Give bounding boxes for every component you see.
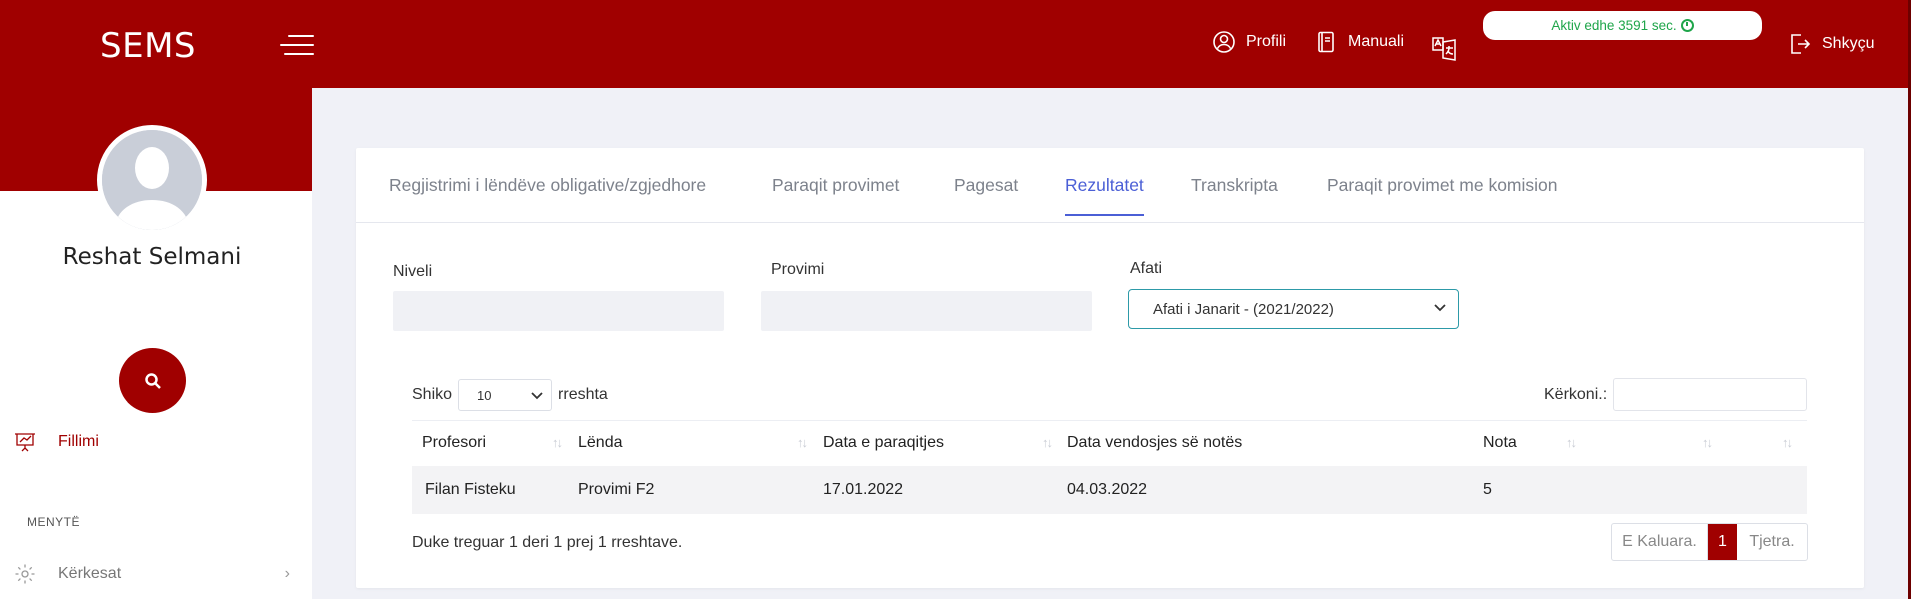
sort-icon[interactable]: ↑↓ xyxy=(1042,435,1053,450)
chevron-down-icon xyxy=(1434,304,1446,312)
cell-data-notes: 04.03.2022 xyxy=(1067,481,1148,498)
pagination-next-button[interactable]: Tjetra. xyxy=(1737,524,1807,560)
user-name: Reshat Selmani xyxy=(62,244,242,270)
sidebar: Reshat Selmani Fillimi MENYTË Kërkesat › xyxy=(0,88,312,599)
manual-link[interactable]: Manuali xyxy=(1314,30,1404,54)
show-suffix: rreshta xyxy=(558,386,608,403)
afati-selected-value: Afati i Janarit - (2021/2022) xyxy=(1153,300,1334,318)
pagination: E Kaluara. 1 Tjetra. xyxy=(1611,523,1808,561)
profile-badge-icon xyxy=(1213,31,1235,53)
top-header: SEMS Profili Manuali Aktiv edhe 3591 sec… xyxy=(0,0,1911,88)
cell-data-paraqitjes: 17.01.2022 xyxy=(823,481,904,498)
niveli-label: Niveli xyxy=(393,263,433,280)
user-silhouette-icon xyxy=(102,130,202,230)
tab-bar: Regjistrimi i lëndëve obligative/zgjedho… xyxy=(356,148,1864,223)
table-info: Duke treguar 1 deri 1 prej 1 rreshtave. xyxy=(412,534,683,551)
logout-icon xyxy=(1791,34,1811,54)
niveli-field[interactable] xyxy=(393,291,724,331)
sidebar-item-fillimi[interactable]: Fillimi xyxy=(14,431,99,453)
sidebar-section-title: MENYTË xyxy=(27,515,81,529)
sort-icon[interactable]: ↑↓ xyxy=(1782,435,1793,450)
sort-icon[interactable]: ↑↓ xyxy=(1702,435,1713,450)
sort-icon[interactable]: ↑↓ xyxy=(552,435,563,450)
afati-select[interactable]: Afati i Janarit - (2021/2022) xyxy=(1128,289,1459,329)
pagination-prev-button[interactable]: E Kaluara. xyxy=(1612,524,1708,560)
profile-link[interactable]: Profili xyxy=(1212,30,1286,54)
tab-paraqit-provimet[interactable]: Paraqit provimet xyxy=(772,175,899,214)
avatar xyxy=(97,125,207,235)
sidebar-item-kerkesat[interactable]: Kërkesat › xyxy=(14,563,290,585)
afati-label: Afati xyxy=(1130,260,1163,277)
provimi-field[interactable] xyxy=(761,291,1092,331)
session-timer-text: Aktiv edhe 3591 sec. xyxy=(1551,18,1677,33)
table-row[interactable]: Filan Fisteku Provimi F2 17.01.2022 04.0… xyxy=(412,466,1807,514)
logout-button[interactable]: Shkyçu xyxy=(1788,32,1874,56)
show-prefix: Shiko xyxy=(412,386,453,403)
pagination-page-1[interactable]: 1 xyxy=(1708,524,1737,560)
column-header-nota[interactable]: Nota xyxy=(1483,434,1517,452)
search-input[interactable] xyxy=(1613,378,1808,411)
clock-icon xyxy=(1680,19,1694,32)
session-timer: Aktiv edhe 3591 sec. xyxy=(1483,11,1762,40)
column-header-profesori[interactable]: Profesori xyxy=(422,434,486,452)
chevron-right-icon: › xyxy=(284,565,290,582)
page-length-control: Shiko 10 rreshta xyxy=(412,379,608,411)
chevron-down-icon xyxy=(531,392,543,400)
column-header-data-paraqitjes[interactable]: Data e paraqitjes xyxy=(823,434,944,452)
column-header-lenda[interactable]: Lënda xyxy=(578,434,623,452)
table-header-row: Profesori ↑↓ Lënda ↑↓ Data e paraqitjes … xyxy=(412,420,1807,466)
results-table: Profesori ↑↓ Lënda ↑↓ Data e paraqitjes … xyxy=(412,420,1807,514)
results-card: Regjistrimi i lëndëve obligative/zgjedho… xyxy=(356,148,1864,588)
sidebar-item-label: Kërkesat xyxy=(58,565,122,582)
cell-profesori: Filan Fisteku xyxy=(425,481,516,498)
column-header-data-notes[interactable]: Data vendosjes së notës xyxy=(1067,434,1242,452)
table-search: Kërkoni.: xyxy=(1544,378,1808,411)
search-label: Kërkoni.: xyxy=(1544,385,1608,403)
logout-label: Shkyçu xyxy=(1822,35,1875,52)
cell-lenda: Provimi F2 xyxy=(578,481,655,498)
menu-toggle-icon[interactable] xyxy=(278,33,314,57)
sort-icon[interactable]: ↑↓ xyxy=(1566,435,1577,450)
tab-regjistrimi[interactable]: Regjistrimi i lëndëve obligative/zgjedho… xyxy=(389,175,706,214)
search-button[interactable] xyxy=(119,348,186,413)
profile-label: Profili xyxy=(1246,33,1287,50)
tab-transkripta[interactable]: Transkripta xyxy=(1191,175,1278,214)
page-length-value: 10 xyxy=(477,387,492,403)
cell-nota: 5 xyxy=(1483,481,1492,498)
page-length-select[interactable]: 10 xyxy=(458,379,553,411)
manual-label: Manuali xyxy=(1348,33,1405,50)
gear-icon xyxy=(15,564,35,584)
tab-rezultatet[interactable]: Rezultatet xyxy=(1065,175,1144,216)
sidebar-item-label: Fillimi xyxy=(58,433,99,450)
language-translate-icon[interactable] xyxy=(1431,34,1457,62)
manual-book-icon xyxy=(1318,31,1334,53)
tab-pagesat[interactable]: Pagesat xyxy=(954,175,1018,214)
chart-presentation-icon xyxy=(15,433,35,452)
sort-icon[interactable]: ↑↓ xyxy=(797,435,808,450)
search-icon xyxy=(144,372,161,389)
tab-paraqit-provimet-komision[interactable]: Paraqit provimet me komision xyxy=(1327,175,1558,214)
provimi-label: Provimi xyxy=(771,261,825,278)
brand-logo[interactable]: SEMS xyxy=(100,26,196,66)
